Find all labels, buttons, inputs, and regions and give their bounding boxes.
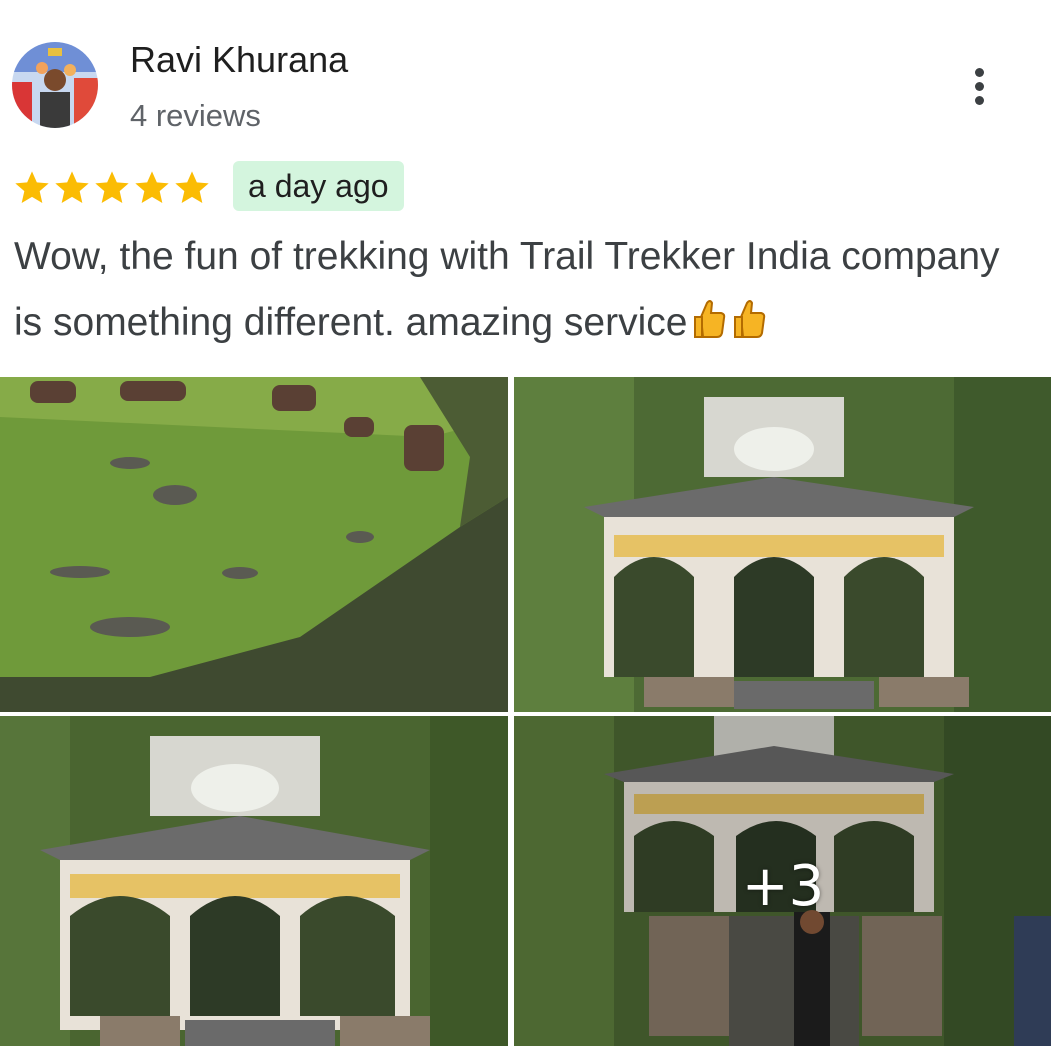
temple-image [514, 377, 1051, 712]
star-icon [95, 171, 129, 203]
review-photo-2[interactable] [514, 377, 1051, 712]
review-date-badge: a day ago [233, 161, 404, 211]
reviewer-name[interactable]: Ravi Khurana [130, 38, 348, 82]
star-rating [12, 166, 212, 210]
star-icon [55, 171, 89, 203]
review-text: Wow, the fun of trekking with Trail Trek… [14, 224, 1034, 356]
review-count: 4 reviews [130, 98, 261, 133]
more-photos-count[interactable]: +3 [738, 852, 828, 922]
temple-image [0, 716, 508, 1046]
thumbs-up-icon [694, 300, 726, 338]
more-vert-icon-dot [974, 95, 984, 105]
thumbs-up-icon [734, 300, 766, 338]
horses-meadow-image [0, 377, 508, 712]
more-vert-icon-dot [974, 81, 984, 91]
star-icon [135, 171, 169, 203]
more-options-button[interactable] [956, 58, 1002, 114]
review-photo-3[interactable] [0, 716, 508, 1046]
review-body: Wow, the fun of trekking with Trail Trek… [14, 235, 1000, 344]
review-photo-1[interactable] [0, 377, 508, 712]
more-vert-icon [974, 67, 984, 77]
avatar[interactable] [12, 42, 98, 128]
star-icon [15, 171, 49, 203]
star-icon [175, 171, 209, 203]
